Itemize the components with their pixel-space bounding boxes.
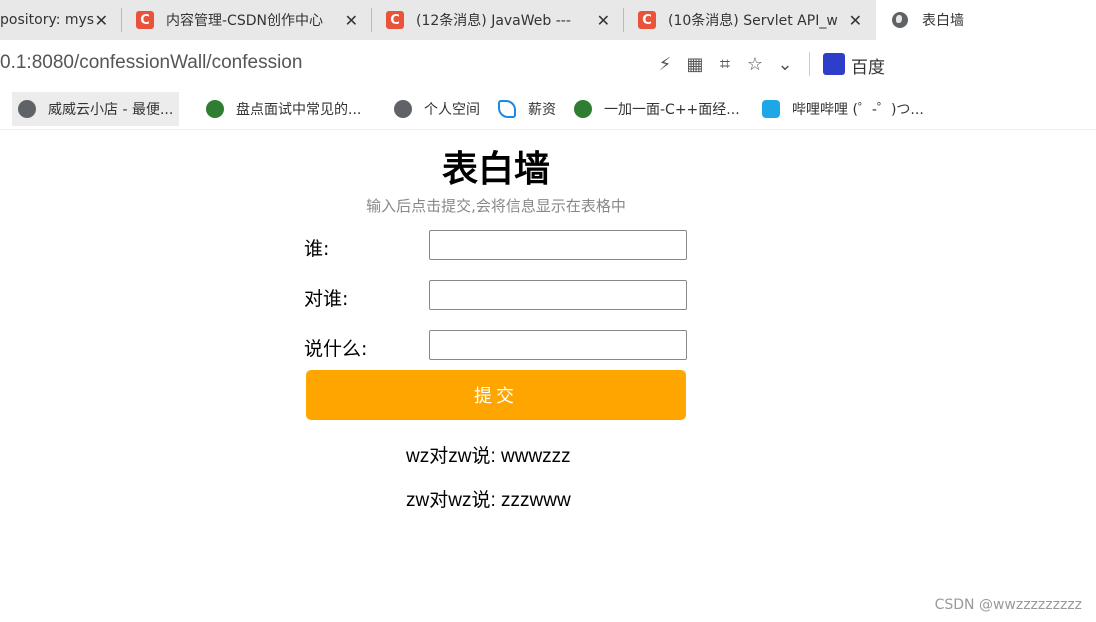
address-bar: 0.1:8080/confessionWall/confession ⚡ ▦ ⌗… (0, 40, 1096, 88)
translate-icon[interactable]: ⌗ (714, 53, 736, 75)
chevron-down-icon[interactable]: ⌄ (774, 53, 796, 75)
from-input[interactable] (429, 230, 687, 260)
bookmark-interview[interactable]: 盘点面试中常见的... (200, 92, 367, 126)
globe-icon (892, 12, 908, 28)
tab-strip: pository: mys ✕ C 内容管理-CSDN创作中心 ✕ C (12条… (0, 0, 1096, 40)
page-title: 表白墙 (441, 149, 550, 190)
tab-title: (10条消息) Servlet API_w (668, 13, 838, 29)
tab-javaweb[interactable]: C (12条消息) JavaWeb --- ✕ (372, 0, 624, 40)
close-icon[interactable]: ✕ (849, 11, 862, 30)
close-icon[interactable]: ✕ (597, 11, 610, 30)
csdn-icon: C (136, 11, 154, 29)
to-input[interactable] (429, 280, 687, 310)
close-icon[interactable]: ✕ (95, 11, 108, 30)
bookmarks-bar: 威威云小店 - 最便... 盘点面试中常见的... 个人空间 薪资 一加一面-C… (0, 90, 1096, 130)
bookmark-weiwei-store[interactable]: 威威云小店 - 最便... (12, 92, 180, 126)
shield-icon (574, 100, 592, 118)
message-item: wz对zw说: wwwzzz (406, 446, 571, 467)
url-field[interactable]: 0.1:8080/confessionWall/confession (0, 52, 302, 74)
close-icon[interactable]: ✕ (345, 11, 358, 30)
tab-title: pository: mys (0, 12, 95, 28)
lightning-icon[interactable]: ⚡ (654, 53, 676, 75)
leaf-icon (498, 100, 516, 118)
message-input[interactable] (429, 330, 687, 360)
bookmark-label: 个人空间 (424, 102, 480, 118)
bilibili-icon (762, 100, 780, 118)
bookmark-salary[interactable]: 薪资 (492, 92, 562, 126)
csdn-icon: C (386, 11, 404, 29)
message-label: 说什么: (304, 338, 368, 360)
page-subtitle: 输入后点击提交,会将信息显示在表格中 (366, 197, 626, 215)
tab-title: (12条消息) JavaWeb --- (416, 13, 571, 29)
tab-title: 表白墙 (922, 13, 964, 29)
tab-github[interactable]: pository: mys ✕ (0, 0, 122, 40)
tab-servlet[interactable]: C (10条消息) Servlet API_w ✕ (624, 0, 876, 40)
message-item: zw对wz说: zzzwww (406, 490, 571, 511)
shield-icon (206, 100, 224, 118)
search-engine-label[interactable]: 百度 (851, 53, 885, 78)
bookmark-bilibili[interactable]: 哔哩哔哩 (゜-゜)つ... (756, 92, 930, 126)
toolbar-divider (809, 52, 810, 76)
tab-csdn-content[interactable]: C 内容管理-CSDN创作中心 ✕ (122, 0, 372, 40)
qr-code-icon[interactable]: ▦ (684, 53, 706, 75)
baidu-paw-icon[interactable] (823, 53, 845, 75)
globe-icon (18, 100, 36, 118)
csdn-icon: C (638, 11, 656, 29)
globe-icon (394, 100, 412, 118)
bookmark-oneplus-interview[interactable]: 一加一面-C++面经... (568, 92, 746, 126)
star-icon[interactable]: ☆ (744, 53, 766, 75)
to-label: 对谁: (304, 288, 349, 310)
submit-button[interactable]: 提交 (306, 370, 686, 420)
bookmark-label: 薪资 (528, 102, 556, 118)
bookmark-label: 哔哩哔哩 (゜-゜)つ... (792, 102, 924, 118)
bookmark-label: 一加一面-C++面经... (604, 102, 740, 118)
bookmark-label: 威威云小店 - 最便... (48, 102, 174, 118)
bookmark-label: 盘点面试中常见的... (236, 102, 362, 118)
bookmark-personal-space[interactable]: 个人空间 (388, 92, 486, 126)
watermark: CSDN @wwzzzzzzzzz (934, 597, 1082, 613)
tab-title: 内容管理-CSDN创作中心 (166, 13, 323, 29)
tab-confession-wall[interactable]: 表白墙 (876, 0, 1096, 40)
from-label: 谁: (304, 238, 330, 260)
